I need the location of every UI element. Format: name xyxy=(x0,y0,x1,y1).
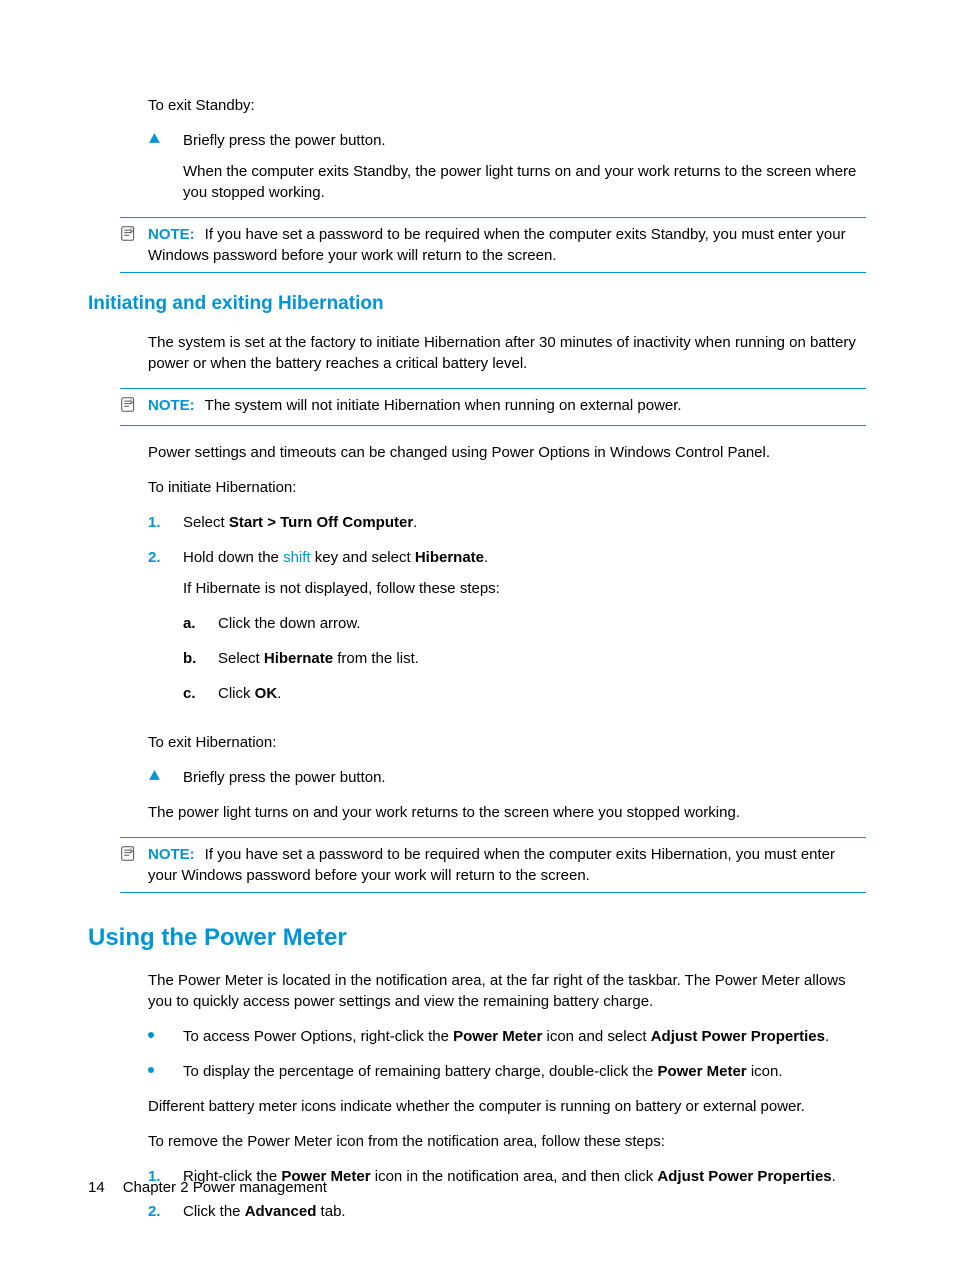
bullet-dot-icon xyxy=(148,1061,183,1073)
step-suf: tab. xyxy=(316,1203,345,1220)
substep-a: a. Click the down arrow. xyxy=(183,613,866,634)
exit-hibernation-bullet: Briefly press the power button. xyxy=(148,767,866,788)
page-footer: 14 Chapter 2 Power management xyxy=(88,1177,327,1198)
note-text: If you have set a password to be require… xyxy=(148,226,846,264)
power-light-text: The power light turns on and your work r… xyxy=(148,802,866,823)
note-label: NOTE: xyxy=(148,397,195,414)
step-text: Select xyxy=(183,514,229,531)
to-exit-hibernation-label: To exit Hibernation: xyxy=(148,732,866,753)
substep-suf: from the list. xyxy=(333,650,419,667)
note-label: NOTE: xyxy=(148,846,195,863)
triangle-up-icon xyxy=(148,767,183,782)
bullet-bold: Power Meter xyxy=(453,1028,542,1045)
note-standby-password: NOTE:If you have set a password to be re… xyxy=(120,217,866,273)
chapter-label: Chapter 2 Power management xyxy=(123,1177,327,1198)
heading-power-meter: Using the Power Meter xyxy=(88,921,866,955)
note-text: The system will not initiate Hibernation… xyxy=(205,397,682,414)
page-content: To exit Standby: Briefly press the power… xyxy=(88,95,866,1222)
step-suffix: . xyxy=(484,549,488,566)
if-not-displayed: If Hibernate is not displayed, follow th… xyxy=(183,578,866,599)
note-label: NOTE: xyxy=(148,226,195,243)
step-number: 2. xyxy=(148,547,183,568)
substep-b: b. Select Hibernate from the list. xyxy=(183,648,866,669)
note-text: If you have set a password to be require… xyxy=(148,846,835,884)
step-text: Hold down the xyxy=(183,549,283,566)
step-bold: Start > Turn Off Computer xyxy=(229,514,413,531)
triangle-up-icon xyxy=(148,130,183,145)
to-initiate-label: To initiate Hibernation: xyxy=(148,477,866,498)
exit-standby-label: To exit Standby: xyxy=(148,95,866,116)
bullet-pre: To access Power Options, right-click the xyxy=(183,1028,453,1045)
note-icon xyxy=(120,844,148,868)
step-mid: key and select xyxy=(311,549,415,566)
step-pre: Click the xyxy=(183,1203,245,1220)
bullet-pre: To display the percentage of remaining b… xyxy=(183,1063,657,1080)
hibernate-step-2: 2. Hold down the shift key and select Hi… xyxy=(148,547,866,718)
bullet-suf: . xyxy=(825,1028,829,1045)
step-number: 1. xyxy=(148,512,183,533)
substep-suf: . xyxy=(277,685,281,702)
note-icon xyxy=(120,224,148,248)
step-suf: . xyxy=(832,1168,836,1185)
step-mid: icon in the notification area, and then … xyxy=(371,1168,658,1185)
to-remove-text: To remove the Power Meter icon from the … xyxy=(148,1131,866,1152)
substep-letter: c. xyxy=(183,683,218,704)
bullet-bold: Power Meter xyxy=(657,1063,746,1080)
step-bold: Advanced xyxy=(245,1203,317,1220)
pm-bullet-2: To display the percentage of remaining b… xyxy=(148,1061,866,1082)
power-settings-text: Power settings and timeouts can be chang… xyxy=(148,442,866,463)
shift-key: shift xyxy=(283,549,311,566)
note-external-power: NOTE: The system will not initiate Hibern… xyxy=(120,388,866,426)
step-number: 2. xyxy=(148,1201,183,1222)
pm-bullet-1: To access Power Options, right-click the… xyxy=(148,1026,866,1047)
hibernation-intro: The system is set at the factory to init… xyxy=(148,332,866,374)
bullet-suf: icon. xyxy=(747,1063,783,1080)
substep-bold: Hibernate xyxy=(264,650,333,667)
step-suffix: . xyxy=(413,514,417,531)
substep-text: Click the down arrow. xyxy=(218,613,866,634)
exit-bullet-text: Briefly press the power button. xyxy=(183,767,866,788)
substep-pre: Select xyxy=(218,650,264,667)
substep-letter: a. xyxy=(183,613,218,634)
heading-hibernation: Initiating and exiting Hibernation xyxy=(88,291,866,318)
substep-c: c. Click OK. xyxy=(183,683,866,704)
when-exits-text: When the computer exits Standby, the pow… xyxy=(183,161,866,203)
substep-bold: OK xyxy=(255,685,278,702)
substep-pre: Click xyxy=(218,685,255,702)
briefly-press-text: Briefly press the power button. xyxy=(183,130,866,151)
hibernate-step-1: 1. Select Start > Turn Off Computer. xyxy=(148,512,866,533)
power-meter-intro: The Power Meter is located in the notifi… xyxy=(148,970,866,1012)
note-hibernation-password: NOTE:If you have set a password to be re… xyxy=(120,837,866,893)
substep-letter: b. xyxy=(183,648,218,669)
bullet-bold2: Adjust Power Properties xyxy=(651,1028,825,1045)
pm-step-2: 2. Click the Advanced tab. xyxy=(148,1201,866,1222)
diff-icons-text: Different battery meter icons indicate w… xyxy=(148,1096,866,1117)
bullet-dot-icon xyxy=(148,1026,183,1038)
standby-bullet: Briefly press the power button. When the… xyxy=(148,130,866,203)
step-bold2: Adjust Power Properties xyxy=(657,1168,831,1185)
note-icon xyxy=(120,395,148,419)
step-bold: Hibernate xyxy=(415,549,484,566)
page-number: 14 xyxy=(88,1177,105,1198)
bullet-mid: icon and select xyxy=(542,1028,650,1045)
